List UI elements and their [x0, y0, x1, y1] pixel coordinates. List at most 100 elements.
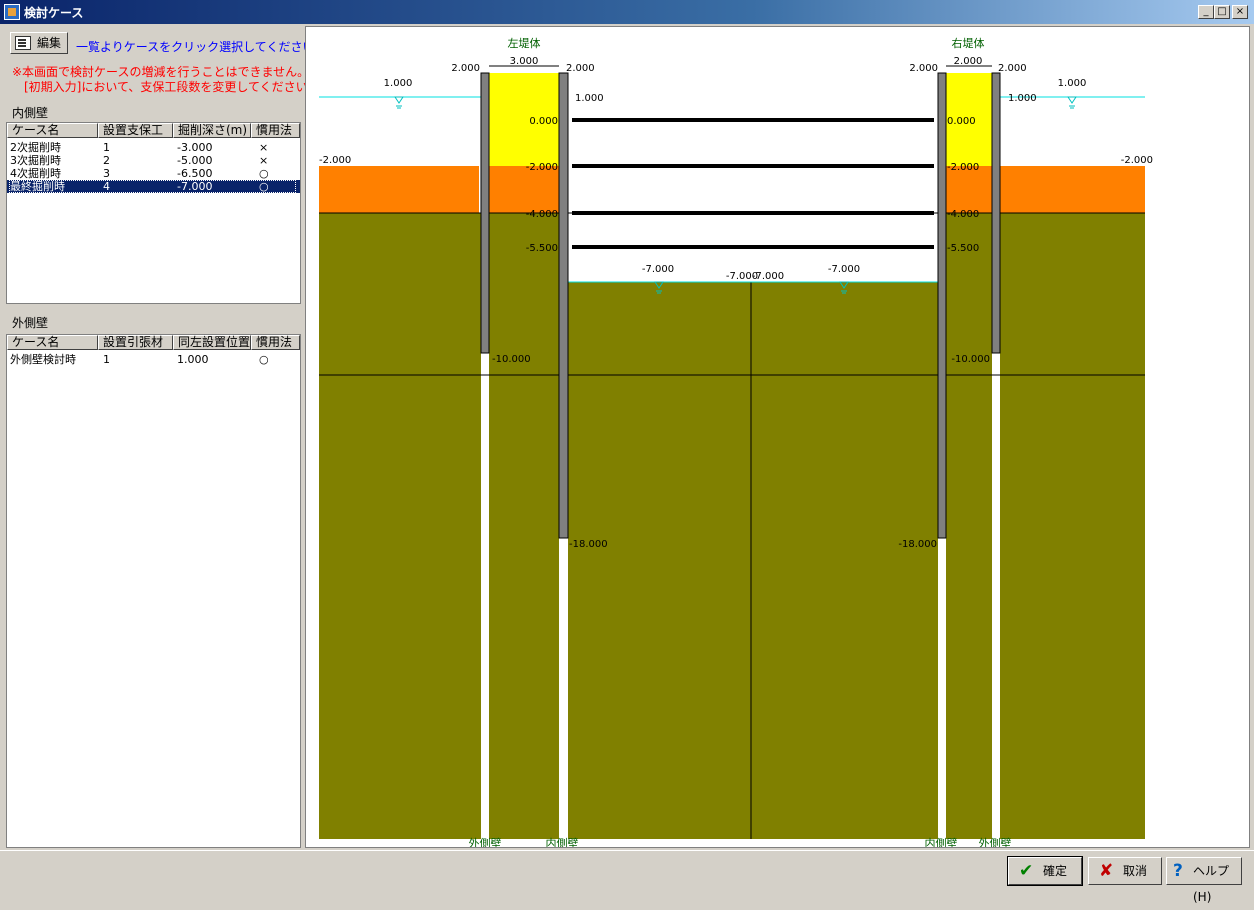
outer-case-list[interactable]: ケース名 設置引張材 同左設置位置 慣用法 外側壁検討時 1 1.000 ○ — [6, 334, 301, 848]
question-icon: ? — [1173, 861, 1183, 881]
inner-case-cell: × — [259, 154, 269, 167]
outer-header-tie[interactable]: 設置引張材 — [98, 335, 173, 350]
right-outer-wall — [991, 72, 1001, 354]
water-symbol-right — [1067, 96, 1077, 109]
dim-left-width: 3.000 — [510, 56, 539, 67]
inner-wall-label-right: 内側壁 — [925, 836, 958, 848]
right-gap — [992, 353, 1000, 839]
outer-wall-label-right: 外側壁 — [979, 836, 1012, 848]
help-button[interactable]: ? ヘルプ(H) — [1166, 857, 1242, 904]
hint-text: 一覧よりケースをクリック選択してください — [76, 40, 315, 54]
tie-left-level: 1.000 — [575, 93, 604, 104]
excav-level-3: -7.000 — [752, 271, 784, 282]
outer-header-method[interactable]: 慣用法 — [251, 335, 300, 350]
inner-header-method[interactable]: 慣用法 — [251, 123, 300, 138]
dim-right-w2: 2.000 — [998, 63, 1027, 74]
inner-case-cell: -7.000 — [177, 180, 213, 193]
inner-case-cell: 3次掘削時 — [10, 154, 61, 167]
inner-case-cell: -5.000 — [177, 154, 213, 167]
outer-case-cell: 1 — [103, 353, 110, 366]
inner-case-cell: ○ — [259, 180, 269, 193]
inner-case-cell: 4次掘削時 — [10, 167, 61, 180]
soil-layer-lower — [319, 213, 1145, 839]
inner-toe-right: -18.000 — [898, 539, 937, 550]
ok-button-label: 確定 — [1043, 864, 1068, 878]
soil-layer-upper-left — [319, 166, 479, 213]
strut-level-right: 0.000 — [947, 116, 976, 127]
outer-header-name[interactable]: ケース名 — [7, 335, 98, 350]
inner-header-name[interactable]: ケース名 — [7, 123, 98, 138]
outer-wall-section-title: 外側壁 — [12, 316, 49, 330]
strut-level-right: -5.500 — [947, 243, 979, 254]
outer-toe-left: -10.000 — [492, 354, 531, 365]
minimize-button[interactable]: _ — [1198, 5, 1214, 19]
cancel-button-label: 取消 — [1123, 864, 1148, 878]
warning-line-2: [初期入力]において、支保工段数を変更してください。 — [24, 80, 320, 94]
water-right-level: 1.000 — [1058, 78, 1087, 89]
inner-case-row[interactable]: 3次掘削時 2 -5.000 × — [7, 154, 300, 167]
inner-header-strut[interactable]: 設置支保工 — [98, 123, 173, 138]
inner-case-row[interactable]: 最終掘削時 4 -7.000 ○ — [7, 180, 300, 193]
ok-button[interactable]: ✔ 確定 — [1007, 856, 1083, 886]
strut-level-left: -2.000 — [526, 162, 558, 173]
dim-right-w1: 2.000 — [909, 63, 938, 74]
outer-wall-label-left: 外側壁 — [469, 836, 502, 848]
window-title: 検討ケース — [24, 6, 84, 20]
dim-left-w2: 2.000 — [566, 63, 595, 74]
left-dike-label: 左堤体 — [508, 36, 541, 50]
outer-toe-right: -10.000 — [951, 354, 990, 365]
excav-level-4: -7.000 — [828, 264, 860, 275]
outer-case-cell: 外側壁検討時 — [10, 353, 76, 366]
inner-case-cell: × — [259, 141, 269, 154]
close-button[interactable]: × — [1232, 5, 1248, 19]
inner-case-row[interactable]: 2次掘削時 1 -3.000 × — [7, 141, 300, 154]
inner-wall-label-left: 内側壁 — [546, 836, 579, 848]
check-icon: ✔ — [1019, 861, 1034, 881]
inner-case-cell: 4 — [103, 180, 110, 193]
dim-left-w1: 2.000 — [451, 63, 480, 74]
inner-case-cell: -6.500 — [177, 167, 213, 180]
outer-case-cell: ○ — [259, 353, 269, 366]
section-diagram-svg: 0.000 0.000 -2.000 -2.000 -4.000 -4.000 -5.500… — [319, 36, 1153, 848]
ground-left-level: -2.000 — [319, 155, 351, 166]
cancel-button[interactable]: ✘ 取消 — [1088, 857, 1162, 885]
right-dike-label: 右堤体 — [952, 36, 985, 50]
inner-case-cell: ○ — [259, 167, 269, 180]
left-inner-wall — [558, 72, 569, 539]
help-button-label: ヘルプ(H) — [1193, 864, 1230, 904]
excav-level-1: -7.000 — [642, 264, 674, 275]
outer-case-row[interactable]: 外側壁検討時 1 1.000 ○ — [7, 353, 300, 366]
ground-right-level: -2.000 — [1121, 155, 1153, 166]
title-bar: 検討ケース _ □ × — [0, 0, 1254, 24]
inner-case-list[interactable]: ケース名 設置支保工 掘削深さ(m) 慣用法 2次掘削時 1 -3.000 × 3次掘削… — [6, 122, 301, 304]
outer-header-position[interactable]: 同左設置位置 — [173, 335, 251, 350]
inner-case-cell: 最終掘削時 — [10, 180, 65, 193]
left-gap — [481, 353, 489, 839]
water-symbol-left — [394, 96, 404, 109]
inner-case-row[interactable]: 4次掘削時 3 -6.500 ○ — [7, 167, 300, 180]
inner-toe-left: -18.000 — [569, 539, 608, 550]
strut-level-left: 0.000 — [529, 116, 558, 127]
app-icon — [4, 4, 20, 20]
inner-case-cell: 2次掘削時 — [10, 141, 61, 154]
inner-case-cell: 3 — [103, 167, 110, 180]
inner-header-depth[interactable]: 掘削深さ(m) — [173, 123, 251, 138]
edit-button[interactable]: 編集 — [10, 32, 68, 54]
left-outer-wall — [480, 72, 490, 354]
right-inner-wall — [937, 72, 947, 539]
inner-case-cell: 2 — [103, 154, 110, 167]
strut-level-left: -5.500 — [526, 243, 558, 254]
inner-wall-section-title: 内側壁 — [12, 106, 49, 120]
left-dike-lower — [489, 166, 559, 213]
cross-icon: ✘ — [1099, 861, 1114, 881]
outer-case-cell: 1.000 — [177, 353, 209, 366]
right-dike-lower — [946, 166, 992, 213]
water-left-level: 1.000 — [384, 78, 413, 89]
strut-level-right: -4.000 — [947, 209, 979, 220]
right-inner-gap — [938, 538, 946, 839]
dim-right-width: 2.000 — [954, 56, 983, 67]
inner-case-cell: 1 — [103, 141, 110, 154]
maximize-button[interactable]: □ — [1214, 5, 1230, 19]
inner-case-cell: -3.000 — [177, 141, 213, 154]
strut-level-right: -2.000 — [947, 162, 979, 173]
